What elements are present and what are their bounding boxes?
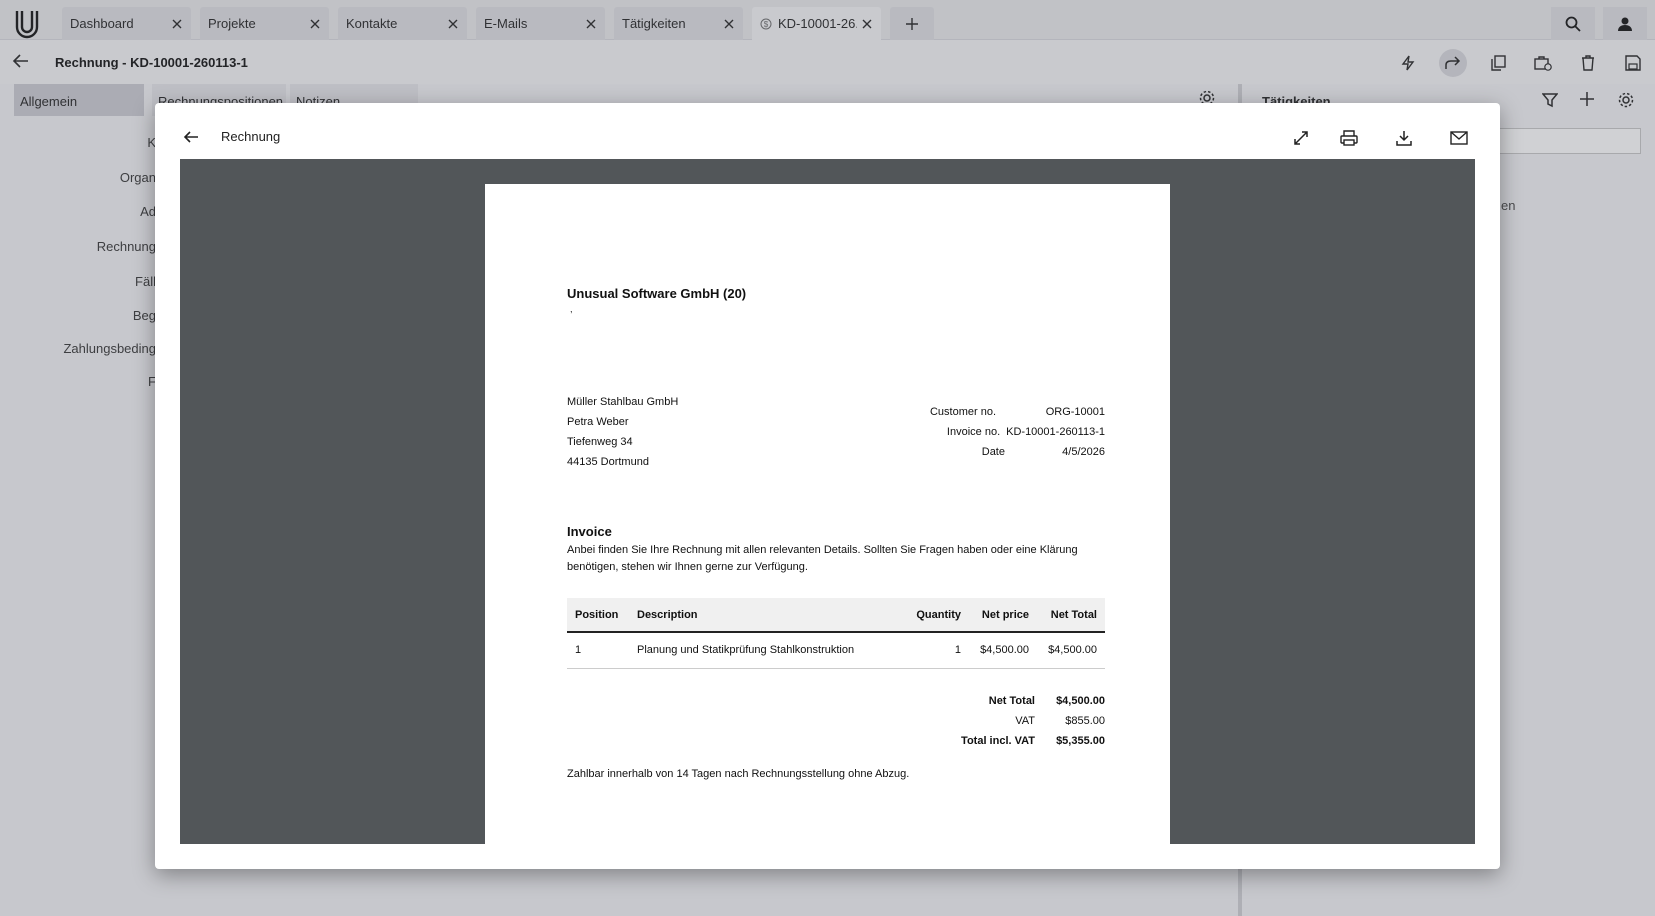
total-label: Net Total [988,695,1035,707]
expand-button[interactable] [1287,124,1315,152]
print-button[interactable] [1335,124,1363,152]
address-line: Petra Weber [567,416,629,428]
meta-row: Invoice no. KD-10001-260113-1 [916,422,1105,442]
invoice-page: Unusual Software GmbH (20) , Müller Stah… [485,184,1170,844]
meta-row: Date 4/5/2026 [916,442,1105,462]
cell-position: 1 [567,632,629,669]
recipient-address: Müller Stahlbau GmbH Petra Weber Tiefenw… [567,392,678,472]
cell-description: Planung und Statikprüfung Stahlkonstrukt… [629,632,899,669]
invoice-meta: Customer no. ORG-10001 Invoice no. KD-1000… [916,402,1105,462]
download-button[interactable] [1390,124,1418,152]
positions-table: Position Description Quantity Net price … [567,598,1105,669]
total-row: Net Total $4,500.00 [961,691,1105,711]
address-line: 44135 Dortmund [567,456,649,468]
email-button[interactable] [1445,124,1473,152]
cell-net-total: $4,500.00 [1037,632,1105,669]
print-icon [1340,130,1358,146]
meta-label: Date [981,446,1005,458]
table-row: 1 Planung und Statikprüfung Stahlkonstru… [567,632,1105,669]
cell-quantity: 1 [899,632,969,669]
dialog-title: Rechnung [221,129,281,144]
total-value: $4,500.00 [1056,695,1105,707]
meta-label: Customer no. [929,406,996,418]
pdf-viewer[interactable]: Unusual Software GmbH (20) , Müller Stah… [180,159,1475,844]
back-arrow-icon[interactable] [179,125,203,149]
col-header-description: Description [629,598,899,633]
total-label: VAT [1015,715,1035,727]
company-address: , [570,304,573,314]
col-header-net-total: Net Total [1037,598,1105,633]
total-value: $855.00 [1065,715,1105,727]
meta-value: ORG-10001 [1045,406,1105,418]
invoice-preview-dialog: Rechnung Unusual Software GmbH (20) , Mü… [155,103,1500,869]
col-header-net-price: Net price [969,598,1037,633]
payment-terms: Zahlbar innerhalb von 14 Tagen nach Rech… [567,768,910,780]
address-line: Müller Stahlbau GmbH [567,396,679,408]
company-name: Unusual Software GmbH (20) [567,286,747,301]
meta-row: Customer no. ORG-10001 [916,402,1105,422]
invoice-heading: Invoice [567,524,612,539]
address-line: Tiefenweg 34 [567,436,633,448]
invoice-intro: Anbei finden Sie Ihre Rechnung mit allen… [567,544,1078,573]
col-header-quantity: Quantity [899,598,969,633]
cell-net-price: $4,500.00 [969,632,1037,669]
total-row: Total incl. VAT $5,355.00 [961,731,1105,751]
total-row: VAT $855.00 [961,711,1105,731]
mail-icon [1450,131,1468,145]
invoice-totals: Net Total $4,500.00 VAT $855.00 Total incl… [961,691,1105,751]
table-header-row: Position Description Quantity Net price … [567,598,1105,633]
expand-icon [1293,130,1309,146]
download-icon [1396,130,1412,146]
meta-value: KD-10001-260113-1 [1006,426,1105,438]
meta-value: 4/5/2026 [1062,446,1105,458]
meta-label: Invoice no. [946,426,1001,438]
total-value: $5,355.00 [1056,735,1105,747]
total-label: Total incl. VAT [961,735,1035,747]
col-header-position: Position [567,598,629,633]
